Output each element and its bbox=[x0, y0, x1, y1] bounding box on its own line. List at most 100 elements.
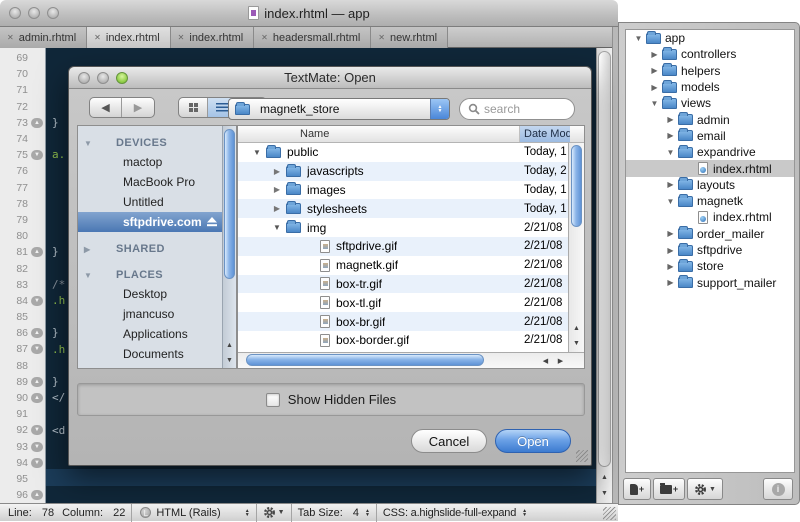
stepper-icon[interactable]: ▲▼ bbox=[522, 509, 527, 517]
editor-tab[interactable]: index.rhtml bbox=[171, 27, 255, 48]
search-input[interactable]: search bbox=[459, 98, 575, 120]
gear-dropdown-icon[interactable]: ▼ bbox=[278, 509, 285, 516]
fold-icon[interactable] bbox=[31, 150, 43, 160]
drawer-actions-button[interactable]: ▼ bbox=[687, 478, 723, 500]
back-button[interactable]: ◀ bbox=[90, 98, 122, 117]
tree-row[interactable]: email bbox=[626, 128, 794, 144]
tree-row[interactable]: helpers bbox=[626, 63, 794, 79]
info-button[interactable]: i bbox=[763, 478, 793, 500]
new-file-button[interactable]: + bbox=[623, 478, 651, 500]
disclosure-triangle-icon[interactable] bbox=[666, 246, 675, 255]
fold-icon[interactable] bbox=[31, 442, 43, 452]
editor-tab[interactable]: headersmall.rhtml bbox=[254, 27, 371, 48]
disclosure-triangle-icon[interactable] bbox=[666, 229, 675, 238]
dialog-close-button[interactable] bbox=[78, 72, 90, 84]
icon-view-button[interactable] bbox=[179, 98, 208, 117]
sftpdrive.gif[interactable]: sftpdrive.gif 2/21/08 bbox=[238, 237, 570, 256]
scroll-up-icon[interactable]: ▲ bbox=[569, 321, 584, 336]
box-border.gif[interactable]: box-border.gif 2/21/08 bbox=[238, 331, 570, 350]
fold-icon[interactable] bbox=[31, 247, 43, 257]
disclosure-triangle-icon[interactable] bbox=[666, 131, 675, 140]
dialog-zoom-button[interactable] bbox=[116, 72, 128, 84]
disclosure-triangle-icon[interactable] bbox=[666, 197, 675, 206]
fold-icon[interactable] bbox=[31, 425, 43, 435]
img[interactable]: img 2/21/08 bbox=[238, 218, 570, 237]
disclosure-triangle-icon[interactable] bbox=[650, 83, 659, 92]
file-list-horizontal-scrollbar[interactable]: ◀ ▶ bbox=[238, 352, 585, 368]
sidebar-row[interactable]: sftpdrive.com bbox=[78, 212, 224, 232]
eject-icon[interactable] bbox=[206, 217, 218, 227]
editor-vertical-scrollbar[interactable]: ▲ ▼ bbox=[596, 48, 612, 503]
box-tr.gif[interactable]: box-tr.gif 2/21/08 bbox=[238, 275, 570, 294]
disclosure-triangle-icon[interactable] bbox=[272, 167, 282, 176]
language-selector[interactable]: HTML (Rails) bbox=[156, 507, 220, 519]
disclosure-triangle-icon[interactable] bbox=[84, 139, 94, 148]
stepper-icon[interactable]: ▲▼ bbox=[245, 509, 250, 517]
dialog-resize-grip[interactable] bbox=[576, 450, 588, 462]
sidebar-row[interactable]: PLACES bbox=[78, 258, 224, 284]
sidebar-row[interactable]: SHARED bbox=[78, 232, 224, 258]
open-button[interactable]: Open bbox=[495, 429, 571, 453]
tab-close-icon[interactable] bbox=[378, 33, 385, 42]
disclosure-triangle-icon[interactable] bbox=[272, 223, 282, 232]
project-tree-panel[interactable]: app controllers helpers models bbox=[625, 29, 795, 473]
disclosure-triangle-icon[interactable] bbox=[666, 148, 675, 157]
disclosure-triangle-icon[interactable] bbox=[666, 180, 675, 189]
tree-row[interactable]: layouts bbox=[626, 177, 794, 193]
disclosure-triangle-icon[interactable] bbox=[272, 204, 282, 213]
stepper-icon[interactable]: ▲▼ bbox=[365, 509, 370, 517]
tab-close-icon[interactable] bbox=[94, 33, 101, 42]
sidebar-row[interactable]: mactop bbox=[78, 152, 224, 172]
magnetk.gif[interactable]: magnetk.gif 2/21/08 bbox=[238, 256, 570, 275]
folder-popup-menu[interactable]: magnetk_store ▲▼ bbox=[228, 98, 450, 120]
stylesheets[interactable]: stylesheets Today, 1 bbox=[238, 199, 570, 218]
minimize-window-button[interactable] bbox=[28, 7, 40, 19]
fold-icon[interactable] bbox=[31, 490, 43, 500]
editor-tab[interactable]: new.rhtml bbox=[371, 27, 448, 48]
scrollbar-thumb[interactable] bbox=[571, 145, 582, 227]
sidebar-row[interactable]: Desktop bbox=[78, 284, 224, 304]
tree-row[interactable]: sftpdrive bbox=[626, 242, 794, 258]
scroll-down-icon[interactable]: ▼ bbox=[569, 336, 584, 351]
tree-row[interactable]: index.rhtml bbox=[626, 209, 794, 225]
zoom-window-button[interactable] bbox=[47, 7, 59, 19]
fold-icon[interactable] bbox=[31, 344, 43, 354]
date-modified-column-header[interactable]: Date Mod bbox=[520, 126, 570, 142]
fold-icon[interactable] bbox=[31, 393, 43, 403]
disclosure-triangle-icon[interactable] bbox=[666, 262, 675, 271]
tree-row[interactable]: index.rhtml bbox=[626, 160, 794, 176]
scroll-down-icon[interactable]: ▼ bbox=[222, 353, 237, 368]
scrollbar-thumb[interactable] bbox=[246, 354, 484, 366]
box-tl.gif[interactable]: box-tl.gif 2/21/08 bbox=[238, 293, 570, 312]
tab-close-icon[interactable] bbox=[7, 33, 14, 42]
resize-grip[interactable] bbox=[603, 507, 616, 520]
fold-icon[interactable] bbox=[31, 458, 43, 468]
cancel-button[interactable]: Cancel bbox=[411, 429, 487, 453]
disclosure-triangle-icon[interactable] bbox=[650, 50, 659, 59]
tree-row[interactable]: store bbox=[626, 258, 794, 274]
disclosure-triangle-icon[interactable] bbox=[666, 278, 675, 287]
tree-row[interactable]: views bbox=[626, 95, 794, 111]
fold-icon[interactable] bbox=[31, 118, 43, 128]
box-br.gif[interactable]: box-br.gif 2/21/08 bbox=[238, 312, 570, 331]
tree-row[interactable]: support_mailer bbox=[626, 274, 794, 290]
sidebar-row[interactable]: MacBook Pro bbox=[78, 172, 224, 192]
disclosure-triangle-icon[interactable] bbox=[252, 148, 262, 157]
scroll-down-icon[interactable]: ▼ bbox=[597, 486, 612, 501]
fold-icon[interactable] bbox=[31, 296, 43, 306]
disclosure-triangle-icon[interactable] bbox=[272, 185, 282, 194]
tab-close-icon[interactable] bbox=[261, 33, 268, 42]
name-column-header[interactable]: Name bbox=[238, 126, 520, 142]
tree-row[interactable]: admin bbox=[626, 111, 794, 127]
forward-button[interactable]: ▶ bbox=[122, 98, 154, 117]
tree-row[interactable]: magnetk bbox=[626, 193, 794, 209]
disclosure-triangle-icon[interactable] bbox=[650, 99, 659, 108]
disclosure-triangle-icon[interactable] bbox=[666, 115, 675, 124]
disclosure-triangle-icon[interactable] bbox=[650, 66, 659, 75]
fold-icon[interactable] bbox=[31, 377, 43, 387]
images[interactable]: images Today, 1 bbox=[238, 181, 570, 200]
tab-close-icon[interactable] bbox=[178, 33, 185, 42]
sidebar-scrollbar[interactable]: ▲ ▼ bbox=[222, 126, 236, 369]
scroll-right-icon[interactable]: ▶ bbox=[553, 354, 568, 368]
sidebar-row[interactable]: jmancuso bbox=[78, 304, 224, 324]
